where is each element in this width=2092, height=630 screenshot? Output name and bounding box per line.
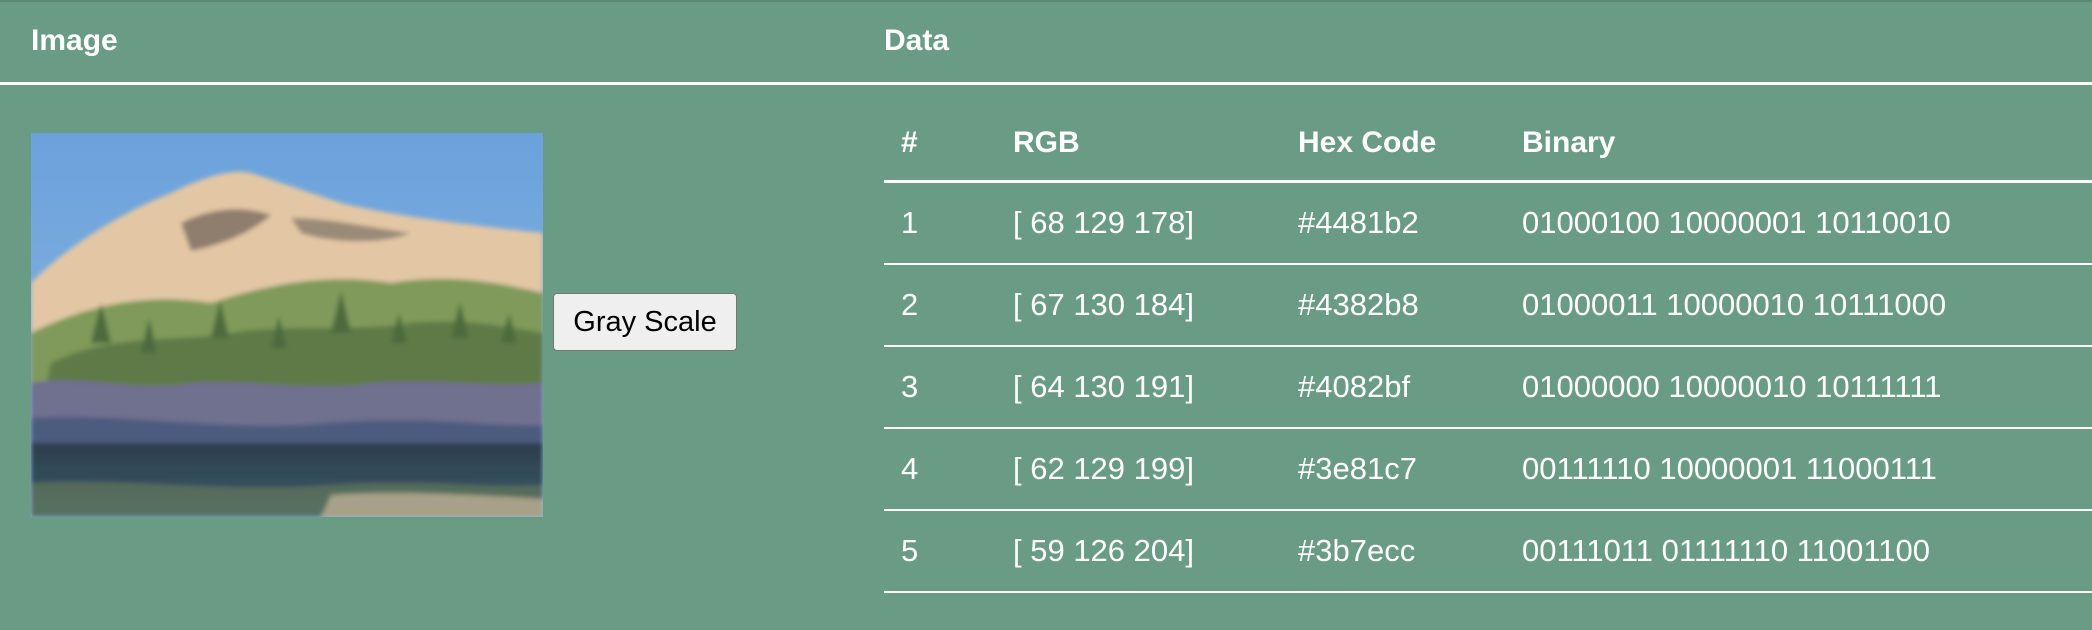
column-header-rgb: RGB: [1013, 126, 1080, 159]
landscape-image: [31, 133, 543, 517]
hex-value: #4082bf: [1298, 369, 1411, 404]
binary-value: 01000011 10000010 10111000: [1522, 287, 1947, 322]
rgb-value: [ 68 129 178]: [1013, 205, 1194, 240]
hex-value: #3e81c7: [1298, 451, 1417, 486]
column-header-hex: Hex Code: [1298, 126, 1437, 159]
color-data-table: # RGB Hex Code Binary 1 [ 68 129 178] #4…: [884, 113, 2092, 593]
hex-value: #4481b2: [1298, 205, 1419, 240]
table-head: # RGB Hex Code Binary: [884, 113, 2092, 180]
column-header-binary: Binary: [1522, 126, 1616, 159]
rgb-value: [ 59 126 204]: [1013, 533, 1194, 568]
column-header-number: #: [901, 126, 918, 159]
table-row: 4 [ 62 129 199] #3e81c7 00111110 1000000…: [884, 429, 2092, 511]
hex-value: #4382b8: [1298, 287, 1419, 322]
binary-value: 00111011 01111110 11001100: [1522, 533, 1930, 568]
row-number: 3: [901, 369, 919, 404]
rgb-value: [ 64 130 191]: [1013, 369, 1194, 404]
table-row: 1 [ 68 129 178] #4481b2 01000100 1000000…: [884, 183, 2092, 265]
binary-value: 01000100 10000001 10110010: [1522, 205, 1951, 240]
hex-value: #3b7ecc: [1298, 533, 1416, 568]
row-number: 1: [901, 205, 919, 240]
row-number: 4: [901, 451, 919, 486]
table-header: Image Data: [0, 0, 2092, 82]
image-column-heading: Image: [31, 24, 118, 57]
row-number: 5: [901, 533, 919, 568]
header-divider: [0, 82, 2092, 85]
table-row: 3 [ 64 130 191] #4082bf 01000000 1000001…: [884, 347, 2092, 429]
table-row: 5 [ 59 126 204] #3b7ecc 00111011 0111111…: [884, 511, 2092, 593]
rgb-value: [ 67 130 184]: [1013, 287, 1194, 322]
data-column-heading: Data: [884, 24, 950, 57]
table-row: 2 [ 67 130 184] #4382b8 01000011 1000001…: [884, 265, 2092, 347]
binary-value: 00111110 10000001 11000111: [1522, 451, 1937, 486]
binary-value: 01000000 10000010 10111111: [1522, 369, 1942, 404]
rgb-value: [ 62 129 199]: [1013, 451, 1194, 486]
gray-scale-button[interactable]: Gray Scale: [553, 293, 737, 351]
row-number: 2: [901, 287, 919, 322]
